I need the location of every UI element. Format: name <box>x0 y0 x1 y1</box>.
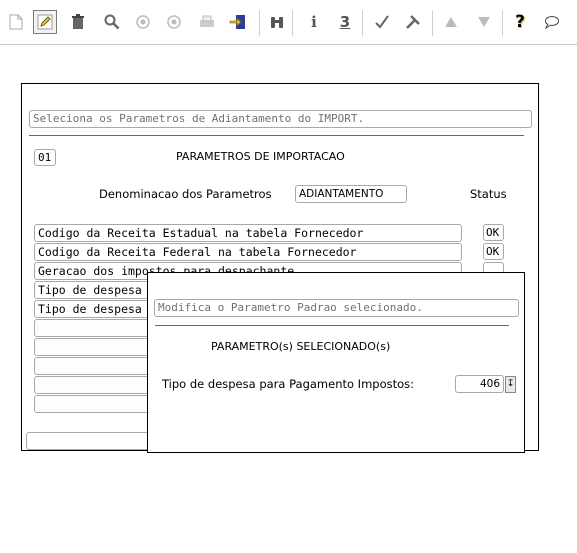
parameter-edit-popup: Modifica o Parametro Padrao selecionado.… <box>147 272 525 453</box>
help-icon[interactable]: ? <box>508 10 532 34</box>
denominacao-value: ADIANTAMENTO <box>299 188 384 200</box>
parameter-row-label: Tipo de despesa <box>38 283 142 297</box>
denominacao-label: Denominacao dos Parametros <box>99 187 272 201</box>
separator-line <box>29 135 524 136</box>
down-icon[interactable] <box>472 10 496 34</box>
tipo-despesa-field[interactable]: 406 <box>455 375 504 393</box>
parameter-row-label: Tipo de despesa <box>38 302 142 316</box>
toolbar-separator <box>362 10 363 36</box>
numbered-icon[interactable]: 3 <box>333 10 357 34</box>
delete-icon[interactable] <box>66 10 90 34</box>
parameter-row-label: Codigo da Receita Estadual na tabela For… <box>38 226 364 240</box>
code-field[interactable]: 01 <box>34 149 56 166</box>
status-cell[interactable]: OK <box>483 243 504 260</box>
tipo-despesa-label: Tipo de despesa para Pagamento Impostos: <box>162 377 415 391</box>
tipo-despesa-value: 406 <box>479 378 500 390</box>
print-icon[interactable] <box>195 10 219 34</box>
popup-instruction-field: Modifica o Parametro Padrao selecionado. <box>154 299 519 317</box>
status-cell[interactable]: OK <box>483 224 504 241</box>
binoculars-icon[interactable] <box>265 10 289 34</box>
edit-icon[interactable] <box>33 10 57 34</box>
lookup-arrow-icon[interactable]: ↧ <box>505 376 516 393</box>
tools-icon[interactable] <box>401 10 425 34</box>
status-label: Status <box>470 187 507 201</box>
bottom-field[interactable] <box>26 432 156 450</box>
section-heading: PARAMETROS DE IMPORTACAO <box>176 150 345 163</box>
toolbar-separator <box>432 10 433 36</box>
last-icon[interactable] <box>162 10 186 34</box>
instruction-field: Seleciona os Parametros de Adiantamento … <box>29 110 532 128</box>
parameter-row[interactable]: Codigo da Receita Estadual na tabela For… <box>34 224 462 242</box>
comment-icon[interactable] <box>540 10 564 34</box>
toolbar-separator <box>259 10 260 36</box>
popup-separator-line <box>155 325 509 326</box>
denominacao-field[interactable]: ADIANTAMENTO <box>295 185 407 203</box>
toolbar-separator <box>502 10 503 36</box>
toolbar-separator <box>292 10 293 36</box>
toolbar: i 3 ? <box>0 0 577 45</box>
export-icon[interactable] <box>226 10 250 34</box>
parameter-row[interactable]: Codigo da Receita Federal na tabela Forn… <box>34 243 462 261</box>
new-icon[interactable] <box>4 10 28 34</box>
popup-heading: PARAMETRO(s) SELECIONADO(s) <box>211 340 391 353</box>
parameter-row-label: Codigo da Receita Federal na tabela Forn… <box>38 245 357 259</box>
search-icon[interactable] <box>100 10 124 34</box>
confirm-icon[interactable] <box>370 10 394 34</box>
up-icon[interactable] <box>439 10 463 34</box>
first-icon[interactable] <box>131 10 155 34</box>
info-icon[interactable]: i <box>302 10 326 34</box>
